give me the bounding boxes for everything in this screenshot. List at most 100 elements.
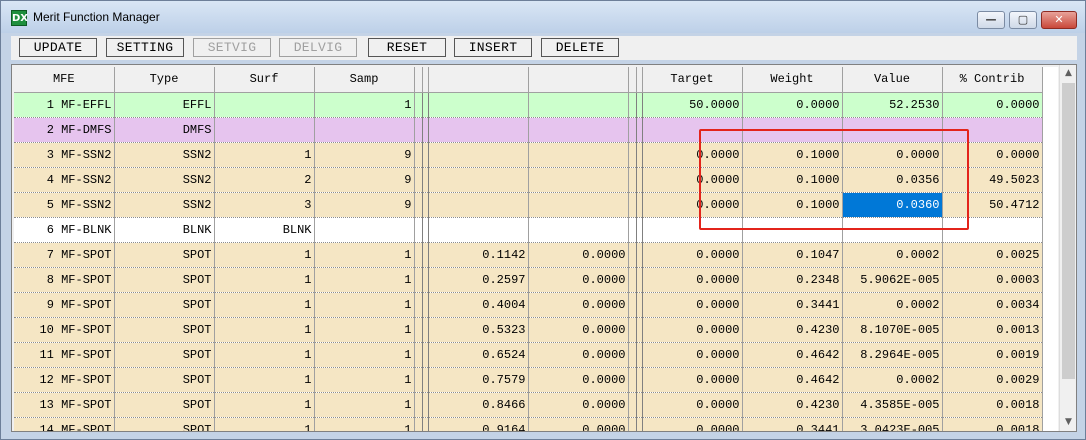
cell-c5[interactable]: 0.5323 [428, 317, 529, 343]
table-row[interactable]: 8 MF-SPOT SPOT 1 1 0.2597 0.0000 0.0000 0.2348 5… [14, 267, 1043, 293]
cell-value[interactable] [842, 217, 943, 243]
cell-contrib[interactable]: 0.0034 [942, 292, 1043, 318]
cell-value[interactable]: 8.1070E-005 [842, 317, 943, 343]
cell-value[interactable]: 8.2964E-005 [842, 342, 943, 368]
cell-samp[interactable]: 1 [314, 342, 415, 368]
table-row[interactable]: 7 MF-SPOT SPOT 1 1 0.1142 0.0000 0.0000 0.1047 0… [14, 242, 1043, 268]
cell-contrib[interactable]: 50.4712 [942, 192, 1043, 218]
col-header-type[interactable]: Type [114, 67, 215, 93]
cell-c6[interactable]: 0.0000 [528, 317, 629, 343]
cell-weight[interactable] [742, 117, 843, 143]
cell-surf[interactable] [214, 117, 315, 143]
cell-target[interactable]: 0.0000 [642, 192, 743, 218]
cell-target[interactable]: 0.0000 [642, 317, 743, 343]
col-header-contrib[interactable]: % Contrib [942, 67, 1043, 93]
cell-value[interactable]: 0.0002 [842, 292, 943, 318]
cell-surf[interactable]: 1 [214, 342, 315, 368]
cell-contrib[interactable]: 0.0003 [942, 267, 1043, 293]
cell-c5[interactable] [428, 117, 529, 143]
col-header-samp[interactable]: Samp [314, 67, 415, 93]
cell-c6[interactable] [528, 92, 629, 118]
cell-c5[interactable]: 0.9164 [428, 417, 529, 431]
cell-surf[interactable] [214, 92, 315, 118]
col-header-weight[interactable]: Weight [742, 67, 843, 93]
cell-weight[interactable]: 0.4642 [742, 367, 843, 393]
cell-value[interactable]: 0.0002 [842, 367, 943, 393]
cell-c5[interactable] [428, 92, 529, 118]
cell-surf[interactable]: 1 [214, 317, 315, 343]
cell-samp[interactable]: 1 [314, 392, 415, 418]
cell-mfe[interactable]: 14 MF-SPOT [14, 417, 115, 431]
cell-samp[interactable]: 1 [314, 367, 415, 393]
cell-mfe[interactable]: 10 MF-SPOT [14, 317, 115, 343]
cell-c6[interactable]: 0.0000 [528, 367, 629, 393]
cell-mfe[interactable]: 6 MF-BLNK [14, 217, 115, 243]
cell-target[interactable]: 0.0000 [642, 142, 743, 168]
scroll-down-arrow-icon[interactable]: ▼ [1060, 414, 1076, 431]
cell-surf[interactable]: 1 [214, 267, 315, 293]
cell-samp[interactable]: 1 [314, 417, 415, 431]
cell-contrib[interactable]: 0.0000 [942, 92, 1043, 118]
cell-target[interactable] [642, 217, 743, 243]
cell-contrib[interactable]: 0.0000 [942, 142, 1043, 168]
cell-value[interactable]: 52.2530 [842, 92, 943, 118]
table-row[interactable]: 5 MF-SSN2 SSN2 3 9 0.0000 0.1000 0.0360 50.4712 [14, 192, 1043, 218]
cell-c5[interactable]: 0.8466 [428, 392, 529, 418]
cell-c6[interactable]: 0.0000 [528, 242, 629, 268]
cell-value[interactable]: 5.9062E-005 [842, 267, 943, 293]
cell-c6[interactable]: 0.0000 [528, 267, 629, 293]
scrollbar-thumb[interactable] [1062, 83, 1075, 379]
maximize-button[interactable]: ▢ [1009, 11, 1037, 29]
cell-c5[interactable] [428, 167, 529, 193]
cell-type[interactable]: SSN2 [114, 167, 215, 193]
cell-type[interactable]: SPOT [114, 317, 215, 343]
delete-button[interactable]: DELETE [541, 38, 619, 57]
cell-mfe[interactable]: 9 MF-SPOT [14, 292, 115, 318]
cell-samp[interactable] [314, 217, 415, 243]
table-row[interactable]: 6 MF-BLNK BLNK BLNK [14, 217, 1043, 243]
cell-mfe[interactable]: 13 MF-SPOT [14, 392, 115, 418]
cell-contrib[interactable]: 0.0018 [942, 417, 1043, 431]
cell-surf[interactable]: BLNK [214, 217, 315, 243]
table-row[interactable]: 2 MF-DMFS DMFS [14, 117, 1043, 143]
cell-samp[interactable]: 9 [314, 192, 415, 218]
cell-c6[interactable] [528, 192, 629, 218]
cell-c6[interactable] [528, 142, 629, 168]
cell-contrib[interactable]: 0.0013 [942, 317, 1043, 343]
cell-c5[interactable]: 0.4004 [428, 292, 529, 318]
cell-value-selected[interactable]: 0.0360 [842, 192, 943, 218]
cell-c6[interactable]: 0.0000 [528, 292, 629, 318]
cell-type[interactable]: SPOT [114, 367, 215, 393]
cell-c6[interactable] [528, 167, 629, 193]
cell-value[interactable]: 0.0000 [842, 142, 943, 168]
minimize-button[interactable]: — [977, 11, 1005, 29]
cell-mfe[interactable]: 5 MF-SSN2 [14, 192, 115, 218]
cell-contrib[interactable]: 49.5023 [942, 167, 1043, 193]
col-header-mfe[interactable]: MFE [14, 67, 115, 93]
cell-value[interactable]: 0.0002 [842, 242, 943, 268]
cell-c6[interactable] [528, 117, 629, 143]
cell-target[interactable]: 0.0000 [642, 167, 743, 193]
cell-c5[interactable] [428, 142, 529, 168]
table-row[interactable]: 10 MF-SPOT SPOT 1 1 0.5323 0.0000 0.0000 0.4230… [14, 317, 1043, 343]
cell-c5[interactable] [428, 192, 529, 218]
cell-contrib[interactable] [942, 217, 1043, 243]
table-row[interactable]: 12 MF-SPOT SPOT 1 1 0.7579 0.0000 0.0000 0.4642… [14, 367, 1043, 393]
cell-c6[interactable]: 0.0000 [528, 417, 629, 431]
cell-c5[interactable]: 0.6524 [428, 342, 529, 368]
cell-weight[interactable]: 0.4230 [742, 317, 843, 343]
cell-weight[interactable]: 0.4642 [742, 342, 843, 368]
cell-weight[interactable]: 0.1000 [742, 192, 843, 218]
cell-contrib[interactable]: 0.0019 [942, 342, 1043, 368]
col-header-target[interactable]: Target [642, 67, 743, 93]
table-row[interactable]: 1 MF-EFFL EFFL 1 50.0000 0.0000 52.2530 0.0000 [14, 92, 1043, 118]
cell-mfe[interactable]: 8 MF-SPOT [14, 267, 115, 293]
cell-surf[interactable]: 1 [214, 142, 315, 168]
cell-type[interactable]: SPOT [114, 417, 215, 431]
cell-type[interactable]: BLNK [114, 217, 215, 243]
table-row[interactable]: 4 MF-SSN2 SSN2 2 9 0.0000 0.1000 0.0356 49.5023 [14, 167, 1043, 193]
cell-surf[interactable]: 3 [214, 192, 315, 218]
cell-mfe[interactable]: 1 MF-EFFL [14, 92, 115, 118]
cell-surf[interactable]: 1 [214, 367, 315, 393]
cell-c6[interactable]: 0.0000 [528, 342, 629, 368]
